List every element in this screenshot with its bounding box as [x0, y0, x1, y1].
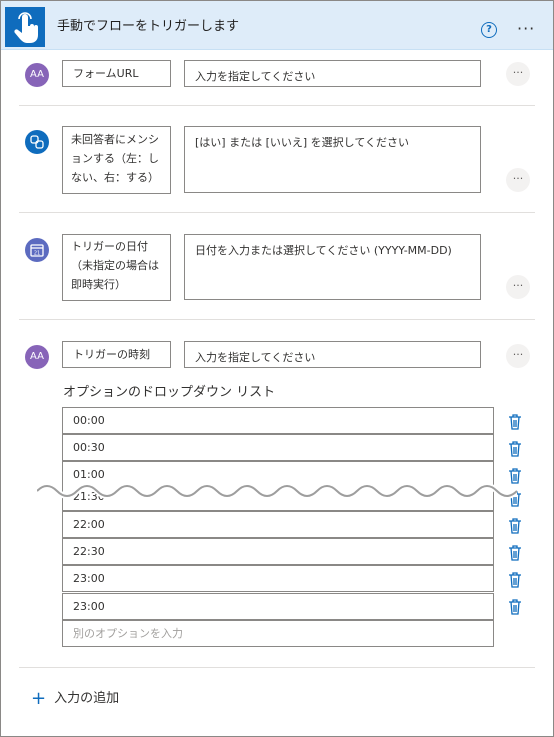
trash-icon[interactable] [508, 440, 522, 458]
dropdown-option-input[interactable]: 23:00 [62, 593, 494, 620]
param-name-mention[interactable]: 未回答者にメンシ ョンする（左：し ない、右：する） [62, 126, 171, 194]
param-name-line: ない、右：する） [71, 171, 159, 184]
trigger-title: 手動でフローをトリガーします [57, 19, 240, 34]
add-input-button[interactable]: + 入力の追加 [31, 687, 119, 709]
param-more-button[interactable]: ··· [506, 168, 530, 192]
text-icon-label: AA [30, 69, 44, 80]
param-name-line: トリガーの日付 [71, 240, 148, 253]
calendar-day: 21 [34, 251, 40, 257]
dropdown-option-input[interactable]: 00:30 [62, 434, 494, 461]
dropdown-option-input[interactable]: 00:00 [62, 407, 494, 434]
param-more-button[interactable]: ··· [506, 62, 530, 86]
param-name-line: 即時実行） [71, 278, 126, 291]
param-value-mention[interactable]: [はい] または [いいえ] を選択してください [184, 126, 481, 193]
param-name-trigger-time[interactable]: トリガーの時刻 [62, 341, 171, 368]
param-value-trigger-date[interactable]: 日付を入力または選択してください (YYYY-MM-DD) [184, 234, 481, 300]
divider [19, 212, 535, 213]
trash-icon[interactable] [508, 544, 522, 562]
divider [19, 319, 535, 320]
text-icon: AA [25, 63, 49, 87]
trigger-header[interactable]: 手動でフローをトリガーします ? ··· [1, 1, 553, 50]
divider [19, 105, 535, 106]
hand-tap-icon [5, 7, 45, 47]
param-more-button[interactable]: ··· [506, 344, 530, 368]
trigger-card: 手動でフローをトリガーします ? ··· AA フォームURL 入力を指定してく… [0, 0, 554, 737]
dropdown-option-input[interactable]: 22:30 [62, 538, 494, 565]
param-name-text: トリガーの時刻 [73, 348, 150, 361]
divider [19, 667, 535, 668]
param-name-text: フォームURL [73, 67, 139, 80]
param-value-text: 入力を指定してください [195, 70, 316, 83]
param-value-text: [はい] または [いいえ] を選択してください [195, 136, 409, 149]
trash-icon[interactable] [508, 517, 522, 535]
param-name-line: 未回答者にメンシ [71, 133, 159, 146]
plus-icon: + [31, 688, 47, 709]
more-options-icon[interactable]: ··· [517, 19, 535, 38]
calendar-icon: 21 [25, 238, 49, 262]
help-icon[interactable]: ? [481, 22, 497, 38]
truncation-wave [37, 483, 517, 499]
param-value-text: 日付を入力または選択してください (YYYY-MM-DD) [195, 244, 452, 257]
param-value-trigger-time[interactable]: 入力を指定してください [184, 341, 481, 368]
dropdown-list-label: オプションのドロップダウン リスト [63, 385, 276, 400]
text-icon: AA [25, 345, 49, 369]
param-name-trigger-date[interactable]: トリガーの日付 （未指定の場合は 即時実行） [62, 234, 171, 301]
param-name-form-url[interactable]: フォームURL [62, 60, 171, 87]
param-value-form-url[interactable]: 入力を指定してください [184, 60, 481, 87]
new-option-input[interactable]: 別のオプションを入力 [62, 620, 494, 647]
dropdown-option-input[interactable]: 23:00 [62, 565, 494, 592]
param-name-line: ョンする（左：し [71, 152, 159, 165]
text-icon-label: AA [30, 351, 44, 362]
add-input-label: 入力の追加 [54, 691, 120, 706]
param-more-button[interactable]: ··· [506, 275, 530, 299]
trash-icon[interactable] [508, 571, 522, 589]
param-value-text: 入力を指定してください [195, 351, 316, 364]
dropdown-option-input[interactable]: 22:00 [62, 511, 494, 538]
param-name-line: （未指定の場合は [71, 259, 159, 272]
yes-no-icon [25, 130, 49, 154]
trash-icon[interactable] [508, 413, 522, 431]
trash-icon[interactable] [508, 598, 522, 616]
